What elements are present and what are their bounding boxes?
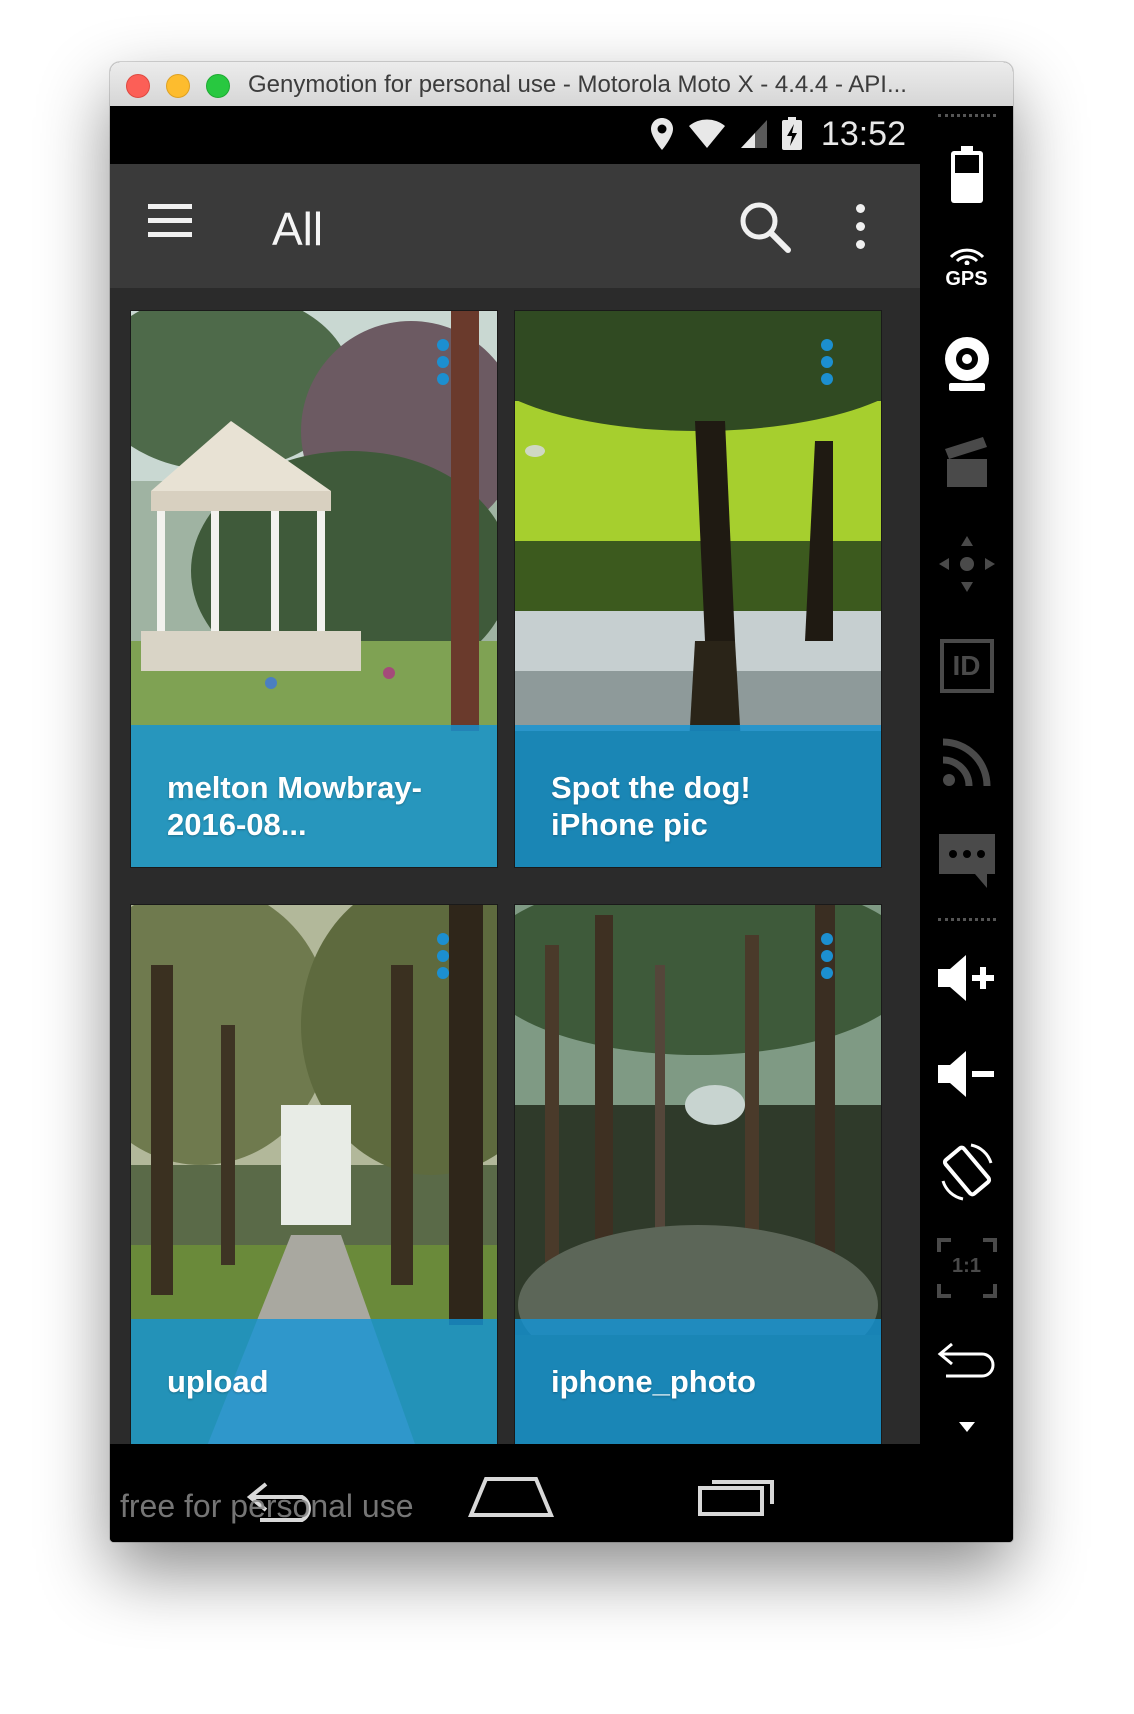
zoom-window-button[interactable] [206,74,230,98]
volume-down-button[interactable] [920,1034,1013,1114]
id-label: ID [952,650,981,681]
gps-signal-icon [949,248,984,266]
card-overflow-icon[interactable] [821,339,833,385]
toolbar-title: All [272,203,324,255]
card-caption: Spot the dog! iPhone pic [515,725,881,867]
app-toolbar: All [110,164,920,288]
status-bar: 13:52 [110,106,920,164]
card-overflow-icon[interactable] [437,339,449,385]
window-title: Genymotion for personal use - Motorola M… [248,71,907,98]
gps-widget-button[interactable]: GPS [920,230,1013,306]
watermark-text: free for personal use [120,1488,414,1524]
broadcast-icon [942,738,990,787]
ratio-label: 1:1 [952,1255,981,1277]
battery-widget-button[interactable] [920,140,1013,210]
message-icon [938,834,995,888]
webcam-widget-button[interactable] [920,324,1013,404]
device-screen: 13:52 All melton Mowbray-2016-08... Spot… [110,106,920,1542]
card-caption: upload [131,1319,497,1444]
home-nav-icon[interactable] [468,1476,554,1518]
rotate-device-icon [941,1143,992,1201]
card-caption: iphone_photo [515,1319,881,1444]
network-widget-button[interactable] [920,722,1013,802]
android-back-button[interactable] [920,1330,1013,1390]
card-title: upload [167,1364,269,1399]
device-id-icon: ID [939,639,994,693]
battery-widget-icon [950,146,983,203]
cell-signal-icon [740,120,767,148]
location-icon [650,118,673,150]
overflow-menu-icon[interactable] [850,202,870,254]
photo-card[interactable]: iphone_photo [514,904,882,1444]
chevron-down-icon [958,1422,975,1432]
search-icon[interactable] [736,198,794,256]
volume-down-icon [937,1051,994,1097]
card-title: iphone_photo [551,1364,756,1399]
rotate-button[interactable] [920,1130,1013,1214]
card-overflow-icon[interactable] [821,933,833,979]
dpad-icon [938,536,995,592]
dpad-widget-button[interactable] [920,518,1013,610]
volume-up-button[interactable] [920,938,1013,1018]
battery-icon [781,117,802,150]
wifi-icon [688,119,725,148]
window-titlebar: Genymotion for personal use - Motorola M… [110,62,1013,107]
more-tools-button[interactable] [920,1412,1013,1442]
screencast-widget-button[interactable] [920,422,1013,502]
device-id-widget-button[interactable]: ID [920,626,1013,706]
status-clock: 13:52 [820,114,906,153]
clapperboard-icon [944,437,987,487]
photo-card[interactable]: upload [130,904,498,1444]
photo-card[interactable]: melton Mowbray-2016-08... [130,310,498,868]
gps-label: GPS [945,268,988,290]
close-window-button[interactable] [126,74,150,98]
card-overflow-icon[interactable] [437,933,449,979]
recents-nav-icon[interactable] [696,1474,776,1518]
emulator-side-toolbar: GPS ID 1:1 [920,106,1013,1542]
photo-card[interactable]: Spot the dog! iPhone pic [514,310,882,868]
minimize-window-button[interactable] [166,74,190,98]
sms-widget-button[interactable] [920,818,1013,904]
pixel-perfect-button[interactable]: 1:1 [920,1228,1013,1308]
volume-up-icon [937,955,994,1001]
emulator-window: Genymotion for personal use - Motorola M… [110,62,1013,1542]
card-caption: melton Mowbray-2016-08... [131,725,497,867]
photo-grid: melton Mowbray-2016-08... Spot the dog! … [110,288,920,1444]
back-arrow-icon [937,1342,994,1378]
card-title: melton Mowbray-2016-08... [167,770,422,842]
webcam-icon [944,337,989,391]
hamburger-menu-icon[interactable] [148,204,192,244]
card-title: Spot the dog! iPhone pic [551,770,751,842]
